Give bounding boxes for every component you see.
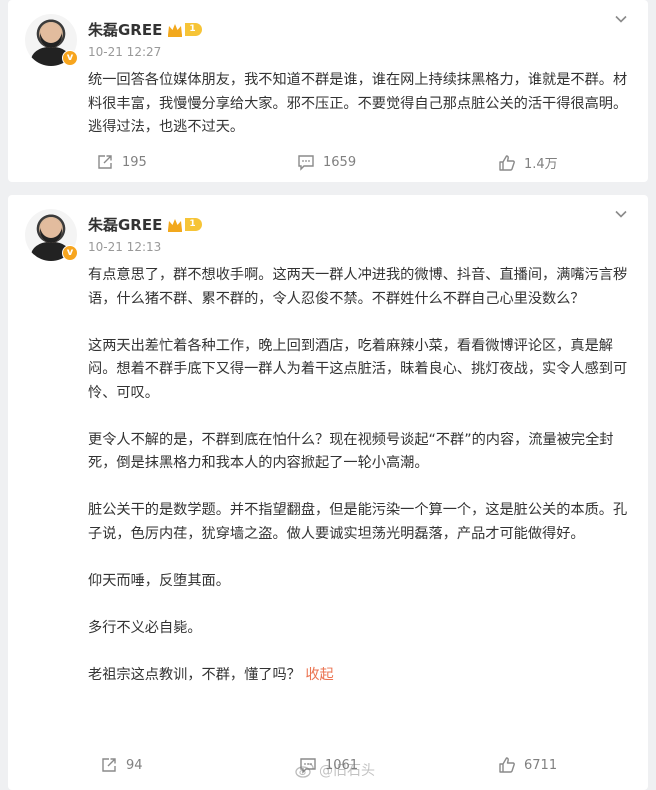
post-paragraph-text: 老祖宗这点教训，不群，懂了吗？ — [88, 666, 301, 683]
level-badge: 1 — [185, 23, 202, 36]
post-paragraph: 更令人不解的是，不群到底在怕什么？现在视频号谈起“不群”的内容，流量被完全封死，… — [88, 431, 614, 472]
like-count: 1.4万 — [524, 157, 558, 172]
crown-icon — [168, 218, 183, 232]
comment-button[interactable]: 1659 — [297, 153, 356, 171]
post-text: 有点意思了，群不想收手啊。这两天一群人冲进我的微博、抖音、直播间，满嘴污言秽语，… — [88, 264, 633, 687]
thumbs-up-icon — [499, 154, 515, 171]
repost-button[interactable]: 94 — [100, 756, 143, 774]
repost-button[interactable]: 195 — [96, 153, 147, 171]
comment-count: 1659 — [323, 154, 357, 170]
repost-count: 195 — [122, 154, 147, 170]
author-name[interactable]: 朱磊GREE — [88, 19, 162, 40]
weibo-logo-icon — [295, 763, 314, 778]
comment-icon — [298, 155, 314, 171]
weibo-feed: v 朱磊GREE 1 10-21 12:27 统一回答各位媒体朋友，我不知道不群… — [0, 0, 656, 790]
post-paragraph: 统一回答各位媒体朋友，我不知道不群是谁，谁在网上持续抹黑格力，谁就是不群。材料很… — [88, 72, 628, 135]
watermark: @旧石头 — [295, 760, 375, 780]
post-text: 统一回答各位媒体朋友，我不知道不群是谁，谁在网上持续抹黑格力，谁就是不群。材料很… — [88, 69, 633, 140]
collapse-link[interactable]: 收起 — [305, 667, 333, 683]
like-count: 6711 — [524, 757, 558, 773]
post-time[interactable]: 10-21 12:27 — [88, 45, 161, 59]
post-card: v 朱磊GREE 1 10-21 12:27 统一回答各位媒体朋友，我不知道不群… — [8, 0, 648, 182]
post-card: v 朱磊GREE 1 10-21 12:13 有点意思了，群不想收手啊。这两天一… — [8, 195, 648, 790]
thumbs-up-icon — [499, 757, 515, 773]
level-badge: 1 — [185, 218, 202, 231]
post-time[interactable]: 10-21 12:13 — [88, 240, 161, 254]
post-paragraph: 多行不义必自毙。 — [88, 619, 202, 636]
crown-icon — [168, 23, 183, 37]
like-button[interactable]: 1.4万 — [498, 153, 558, 172]
repost-count: 94 — [126, 757, 143, 773]
author-name[interactable]: 朱磊GREE — [88, 214, 162, 235]
chevron-down-icon[interactable] — [614, 12, 628, 26]
post-paragraph: 这两天出差忙着各种工作，晚上回到酒店，吃着麻辣小菜，看看微博评论区，真是解闷。想… — [88, 337, 628, 401]
post-paragraph-last: 老祖宗这点教训，不群，懂了吗？ 收起 — [88, 664, 633, 688]
chevron-down-icon[interactable] — [614, 207, 628, 221]
action-bar: 195 1659 1.4万 — [8, 153, 648, 173]
like-button[interactable]: 6711 — [498, 756, 557, 774]
post-paragraph: 脏公关干的是数学题。并不指望翻盘，但是能污染一个算一个，这是脏公关的本质。孔子说… — [88, 502, 628, 542]
share-icon — [98, 155, 112, 169]
watermark-text: @旧石头 — [319, 763, 375, 779]
verified-badge-icon: v — [62, 50, 78, 66]
share-icon — [102, 758, 116, 772]
verified-badge-icon: v — [62, 245, 78, 261]
post-paragraph: 仰天而唾，反堕其面。 — [88, 572, 230, 589]
post-paragraph: 有点意思了，群不想收手啊。这两天一群人冲进我的微博、抖音、直播间，满嘴污言秽语，… — [88, 267, 628, 307]
